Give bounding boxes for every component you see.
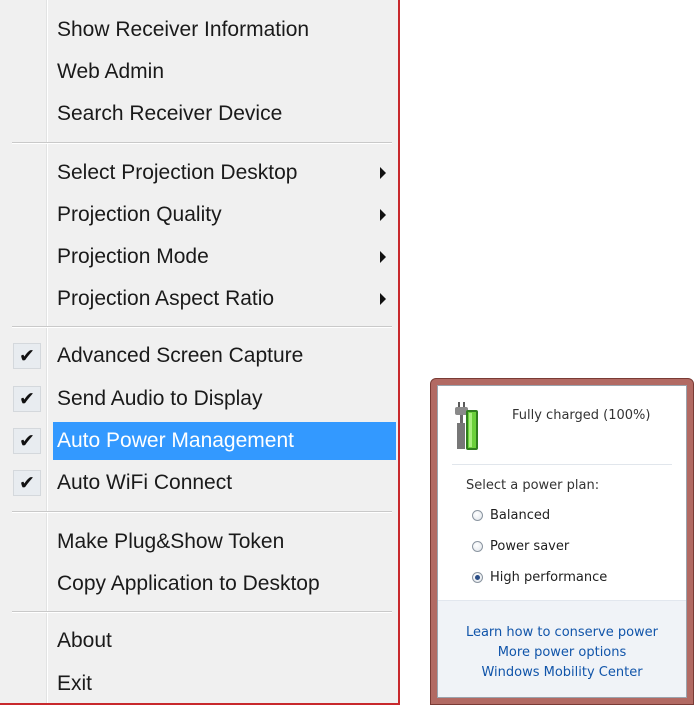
menu-item-label: Web Admin xyxy=(57,60,164,83)
menu-item-label: Send Audio to Display xyxy=(57,387,263,410)
menu-item-label: Make Plug&Show Token xyxy=(57,530,285,553)
plan-label: Power saver xyxy=(490,539,570,554)
menu-item-label: Copy Application to Desktop xyxy=(57,572,320,595)
power-flyout-panel: Fully charged (100%) Select a power plan… xyxy=(437,385,687,698)
menu-item-send-audio-to-display[interactable]: ✔ Send Audio to Display xyxy=(0,380,398,418)
menu-item-projection-mode[interactable]: Projection Mode xyxy=(0,238,398,276)
menu-item-about[interactable]: About xyxy=(0,622,398,660)
radio-button[interactable] xyxy=(472,541,483,552)
plan-label: High performance xyxy=(490,570,608,585)
context-menu: Show Receiver Information Web Admin Sear… xyxy=(0,0,400,705)
menu-item-copy-application-to-desktop[interactable]: Copy Application to Desktop xyxy=(0,565,398,603)
battery-plugged-icon xyxy=(455,402,478,450)
menu-item-auto-wifi-connect[interactable]: ✔ Auto WiFi Connect xyxy=(0,464,398,502)
menu-item-label: About xyxy=(57,629,112,652)
menu-item-show-receiver-information[interactable]: Show Receiver Information xyxy=(0,11,398,49)
menu-separator xyxy=(12,511,392,513)
flyout-divider xyxy=(452,464,672,465)
radio-button[interactable] xyxy=(472,510,483,521)
battery-status: Fully charged (100%) xyxy=(512,408,651,423)
checkmark-icon: ✔ xyxy=(13,343,41,369)
menu-item-projection-quality[interactable]: Projection Quality xyxy=(0,196,398,234)
menu-item-search-receiver-device[interactable]: Search Receiver Device xyxy=(0,95,398,133)
menu-item-select-projection-desktop[interactable]: Select Projection Desktop xyxy=(0,154,398,192)
menu-separator xyxy=(12,611,392,613)
plan-label: Balanced xyxy=(490,508,551,523)
menu-item-label: Auto WiFi Connect xyxy=(57,471,233,494)
submenu-arrow-icon xyxy=(380,293,386,305)
menu-item-make-plug-show-token[interactable]: Make Plug&Show Token xyxy=(0,523,398,561)
submenu-arrow-icon xyxy=(380,167,386,179)
menu-item-exit[interactable]: Exit xyxy=(0,665,398,703)
submenu-arrow-icon xyxy=(380,209,386,221)
menu-item-label: Exit xyxy=(57,672,93,695)
checkmark-icon: ✔ xyxy=(13,428,41,454)
link-conserve-power[interactable]: Learn how to conserve power xyxy=(438,625,686,640)
menu-item-projection-aspect-ratio[interactable]: Projection Aspect Ratio xyxy=(0,280,398,318)
menu-item-label: Projection Aspect Ratio xyxy=(57,287,275,310)
power-plan-title: Select a power plan: xyxy=(466,478,600,493)
menu-item-label: Projection Quality xyxy=(57,203,222,226)
menu-item-label: Projection Mode xyxy=(57,245,209,268)
checkmark-icon: ✔ xyxy=(13,386,41,412)
submenu-arrow-icon xyxy=(380,251,386,263)
menu-item-label: Select Projection Desktop xyxy=(57,161,298,184)
link-windows-mobility-center[interactable]: Windows Mobility Center xyxy=(438,665,686,680)
menu-separator xyxy=(12,142,392,144)
power-flyout: Fully charged (100%) Select a power plan… xyxy=(430,378,694,705)
menu-item-label: Auto Power Management xyxy=(57,429,294,452)
menu-item-label: Show Receiver Information xyxy=(57,18,310,41)
menu-item-auto-power-management[interactable]: ✔ Auto Power Management xyxy=(0,422,398,460)
radio-button-selected[interactable] xyxy=(472,572,483,583)
flyout-links: Learn how to conserve power More power o… xyxy=(438,600,686,697)
menu-item-label: Advanced Screen Capture xyxy=(57,344,304,367)
menu-item-label: Search Receiver Device xyxy=(57,102,283,125)
link-more-power-options[interactable]: More power options xyxy=(438,645,686,660)
menu-item-web-admin[interactable]: Web Admin xyxy=(0,53,398,91)
checkmark-icon: ✔ xyxy=(13,470,41,496)
menu-separator xyxy=(12,326,392,328)
menu-item-advanced-screen-capture[interactable]: ✔ Advanced Screen Capture xyxy=(0,337,398,375)
